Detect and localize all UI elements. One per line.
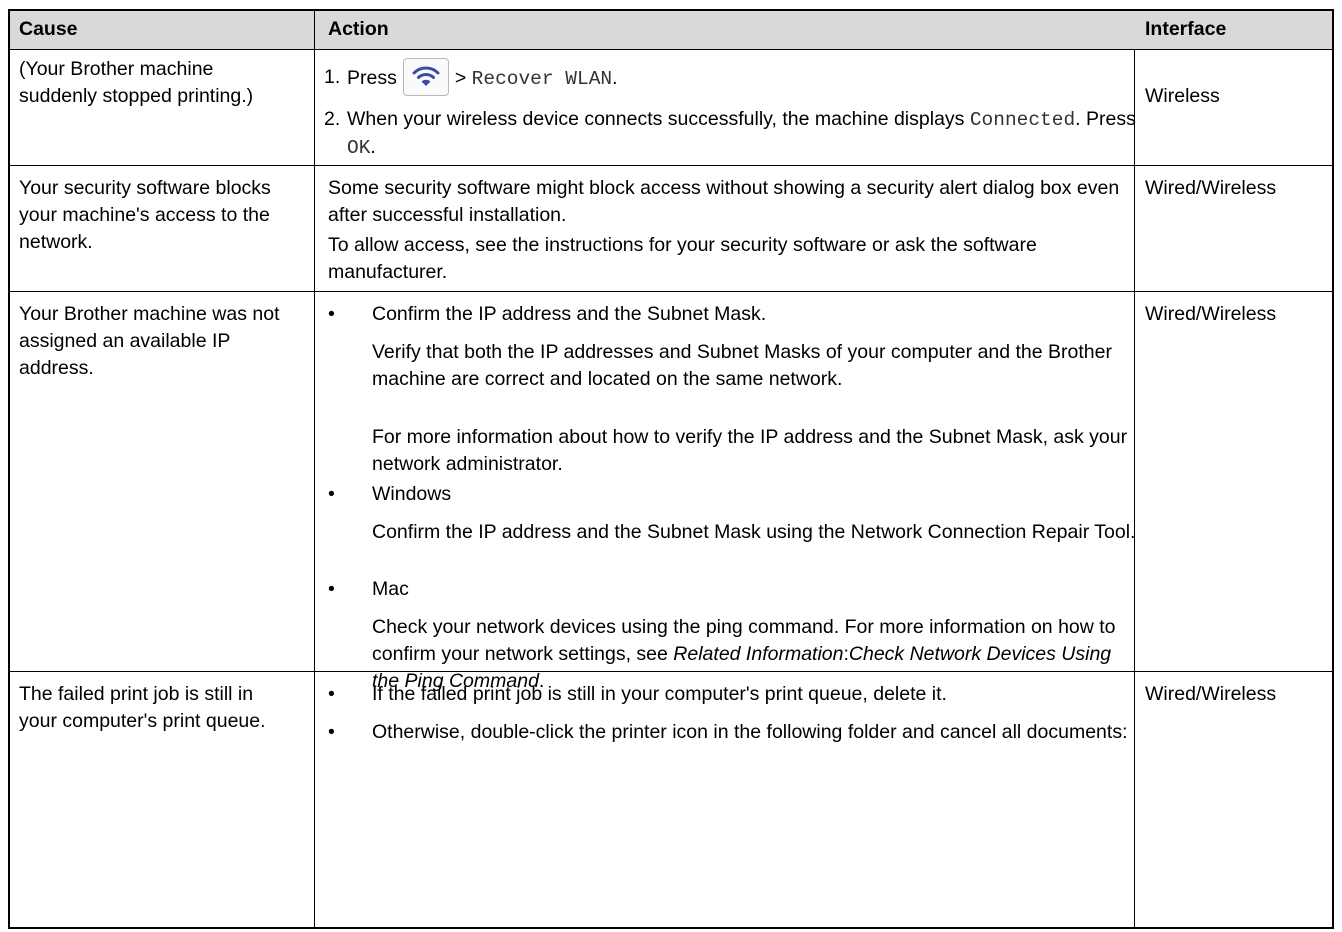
step-2: When your wireless device connects succe… [347, 108, 1136, 159]
interface-cell: Wired/Wireless [1145, 683, 1277, 705]
bullet: • [328, 303, 335, 325]
step-1: Press > Recover WLAN. [347, 57, 1142, 98]
interface-cell: Wired/Wireless [1145, 303, 1277, 325]
bullet-text: Windows [372, 483, 452, 505]
cause-cell: (Your Brother machine suddenly stopped p… [19, 58, 254, 107]
table-row: Your security software blocks your machi… [10, 165, 1332, 292]
cause-cell: Your security software blocks your machi… [19, 177, 271, 253]
header-action: Action [328, 18, 389, 40]
action-paragraph: To allow access, see the instructions fo… [328, 234, 1037, 283]
bullet-text: Otherwise, double-click the printer icon… [372, 721, 1128, 743]
cause-cell: The failed print job is still in your co… [19, 683, 266, 732]
related-information-ref: Related Information [673, 643, 844, 665]
ok-key: OK [347, 137, 371, 159]
bullet: • [328, 483, 335, 505]
cause-cell: Your Brother machine was not assigned an… [19, 303, 280, 379]
table-row: The failed print job is still in your co… [10, 671, 1332, 932]
interface-cell: Wireless [1145, 85, 1220, 107]
bullet: • [328, 683, 335, 705]
step-number: 2. [324, 108, 341, 130]
status-connected: Connected [969, 109, 1076, 131]
bullet-text: If the failed print job is still in your… [372, 683, 947, 705]
wifi-button[interactable] [402, 57, 449, 96]
action-paragraph: Confirm the IP address and the Subnet Ma… [372, 521, 1136, 543]
table-row: Your Brother machine was not assigned an… [10, 291, 1332, 692]
action-paragraph: Some security software might block acces… [328, 177, 1120, 226]
wifi-icon [412, 66, 440, 86]
table-header-row: Cause Action Interface [10, 11, 1332, 49]
bullet: • [328, 578, 335, 600]
action-paragraph: For more information about how to verify… [372, 426, 1128, 475]
step-number: 1. [324, 66, 341, 88]
action-paragraph: Verify that both the IP addresses and Su… [372, 341, 1112, 390]
header-cause: Cause [19, 18, 78, 40]
menu-recover-wlan: Recover WLAN [471, 68, 613, 90]
header-interface: Interface [1145, 18, 1227, 40]
interface-cell: Wired/Wireless [1145, 177, 1277, 199]
bullet-text: Confirm the IP address and the Subnet Ma… [372, 303, 767, 325]
bullet: • [328, 721, 335, 743]
troubleshooting-table: Cause Action Interface (Your Brother mac… [8, 9, 1334, 929]
bullet-text: Mac [372, 578, 409, 600]
